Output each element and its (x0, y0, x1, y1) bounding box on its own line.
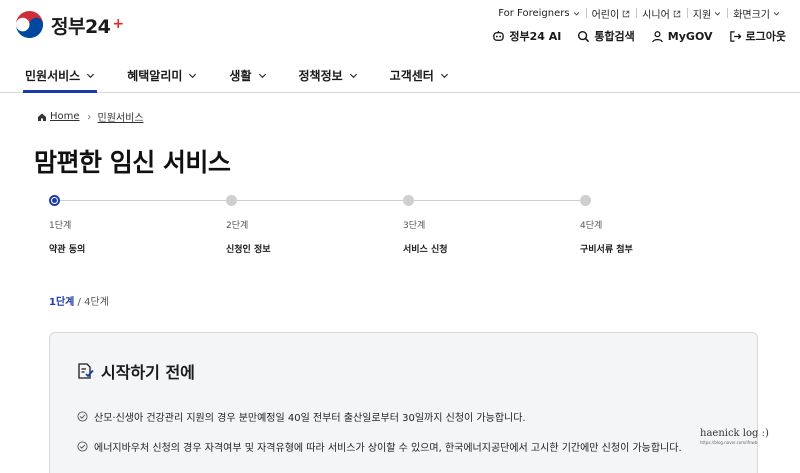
breadcrumb-current[interactable]: 민원서비스 (98, 109, 144, 124)
step-track (55, 200, 585, 201)
total-step-text: 4단계 (84, 297, 109, 308)
step-separator: / (77, 297, 81, 308)
logout-button[interactable]: 로그아웃 (729, 28, 786, 44)
breadcrumb-home-link[interactable]: Home (50, 111, 80, 122)
home-icon (38, 113, 46, 121)
nav-item-label: 혜택알리미 (127, 68, 183, 83)
chevron-right-icon (87, 114, 91, 119)
ai-icon (493, 30, 505, 41)
user-icon (652, 30, 663, 42)
notice-item: 에너지바우처 신청의 경우 자격여부 및 자격유형에 따라 서비스가 상이할 수… (77, 439, 682, 454)
watermark-text: haenick log :) (700, 428, 769, 439)
step-label: 서비스 신청 (403, 245, 448, 255)
chevron-down-icon (773, 12, 780, 16)
util-link-label: 시니어 (642, 10, 670, 21)
util-link-kids[interactable]: 어린이 (585, 6, 637, 21)
util-link-label: 화면크기 (733, 10, 770, 21)
step-dot (580, 195, 591, 206)
step-dot (226, 195, 237, 206)
logo-text: 정부24 (51, 16, 111, 38)
step-dot (49, 195, 60, 206)
notice-item: 산모·신생아 건강관리 지원의 경우 분만예정일 40일 전부터 출산일로부터 … (77, 409, 682, 424)
util-link-label: 어린이 (591, 10, 620, 21)
step-number: 1단계 (49, 221, 72, 231)
page-title: 맘편한 임신 서비스 (34, 148, 231, 177)
search-icon (578, 30, 590, 42)
notice-list: 산모·신생아 건강관리 지원의 경우 분만예정일 40일 전부터 출산일로부터 … (77, 409, 682, 469)
notice-text: 에너지바우처 신청의 경우 자격여부 및 자격유형에 따라 서비스가 상이할 수… (94, 443, 682, 454)
site-header: 정부24 + For Foreigners 어린이 시니어 지원 화면크기 정부… (0, 0, 800, 56)
chevron-down-icon (258, 73, 266, 78)
taegeuk-logo-icon (14, 10, 45, 41)
blog-watermark: haenick log :) https://blog.naver.com/if… (700, 428, 769, 445)
nav-item-life[interactable]: 생활 (229, 58, 266, 92)
action-label: 정부24 AI (509, 30, 562, 43)
current-step-text: 1단계 (49, 297, 75, 308)
step-4: 4단계 구비서류 첨부 (580, 195, 633, 255)
panel-title: 시작하기 전에 (101, 363, 195, 382)
step-2: 2단계 신청인 정보 (226, 195, 271, 255)
step-number: 4단계 (580, 221, 603, 231)
step-3: 3단계 서비스 신청 (403, 195, 448, 255)
watermark-url: https://blog.naver.com/ifnwb (700, 440, 758, 445)
nav-item-label: 민원서비스 (25, 68, 81, 83)
nav-item-benefit-alert[interactable]: 혜택알리미 (127, 58, 197, 92)
panel-heading: 시작하기 전에 (77, 359, 195, 383)
step-label: 약관 동의 (49, 245, 86, 255)
step-indicator: 1단계 약관 동의 2단계 신청인 정보 3단계 서비스 신청 4단계 구비서류… (49, 195, 633, 255)
util-link-label: 지원 (692, 10, 712, 21)
nav-item-customer-center[interactable]: 고객센터 (390, 58, 449, 92)
action-label: 로그아웃 (745, 30, 786, 43)
logo-plus: + (112, 15, 125, 32)
external-link-icon (622, 10, 630, 17)
logout-icon (729, 30, 741, 42)
step-1: 1단계 약관 동의 (49, 195, 85, 255)
nav-list: 민원서비스 혜택알리미 생활 정책정보 고객센터 (0, 58, 800, 93)
util-link-screen-size[interactable]: 화면크기 (727, 6, 786, 21)
nav-item-civil-service[interactable]: 민원서비스 (22, 58, 98, 93)
action-label: MyGOV (667, 29, 713, 43)
util-link-support[interactable]: 지원 (686, 6, 727, 21)
util-link-label: For Foreigners (498, 8, 570, 19)
chevron-down-icon (714, 12, 721, 16)
step-progress: 1단계 / 4단계 (49, 293, 109, 308)
nav-item-label: 생활 (229, 68, 252, 83)
before-start-panel: 시작하기 전에 산모·신생아 건강관리 지원의 경우 분만예정일 40일 전부터… (49, 332, 758, 473)
check-circle-icon (77, 441, 88, 452)
step-label: 구비서류 첨부 (580, 245, 633, 255)
nav-item-label: 고객센터 (389, 68, 434, 83)
chevron-down-icon (349, 73, 357, 78)
search-button[interactable]: 통합검색 (577, 28, 635, 44)
util-link-foreigners[interactable]: For Foreigners (492, 8, 585, 19)
breadcrumb: Home 민원서비스 (37, 109, 144, 124)
nav-item-policy-info[interactable]: 정책정보 (299, 58, 358, 92)
step-label: 신청인 정보 (226, 245, 271, 255)
gov24-ai-button[interactable]: 정부24 AI (492, 28, 561, 44)
chevron-down-icon (573, 12, 579, 16)
breadcrumb-home[interactable]: Home (37, 111, 80, 122)
mygov-button[interactable]: MyGOV (651, 30, 713, 43)
step-dot (403, 195, 414, 206)
chevron-down-icon (87, 73, 95, 78)
notice-text: 산모·신생아 건강관리 지원의 경우 분만예정일 40일 전부터 출산일로부터 … (94, 413, 526, 424)
action-label: 통합검색 (594, 30, 635, 43)
gov24-logo[interactable]: 정부24 + (14, 10, 124, 41)
checklist-icon (78, 363, 94, 379)
external-link-icon (673, 10, 680, 17)
nav-item-label: 정책정보 (298, 68, 343, 83)
step-number: 3단계 (403, 221, 426, 231)
chevron-down-icon (440, 73, 448, 78)
step-number: 2단계 (226, 221, 249, 231)
util-link-senior[interactable]: 시니어 (636, 6, 687, 21)
utility-links: For Foreigners 어린이 시니어 지원 화면크기 (492, 6, 786, 21)
header-actions: 정부24 AI 통합검색 MyGOV 로그아웃 (492, 28, 786, 44)
main-nav: 민원서비스 혜택알리미 생활 정책정보 고객센터 (0, 58, 800, 93)
chevron-down-icon (189, 73, 197, 78)
check-circle-icon (77, 411, 88, 422)
